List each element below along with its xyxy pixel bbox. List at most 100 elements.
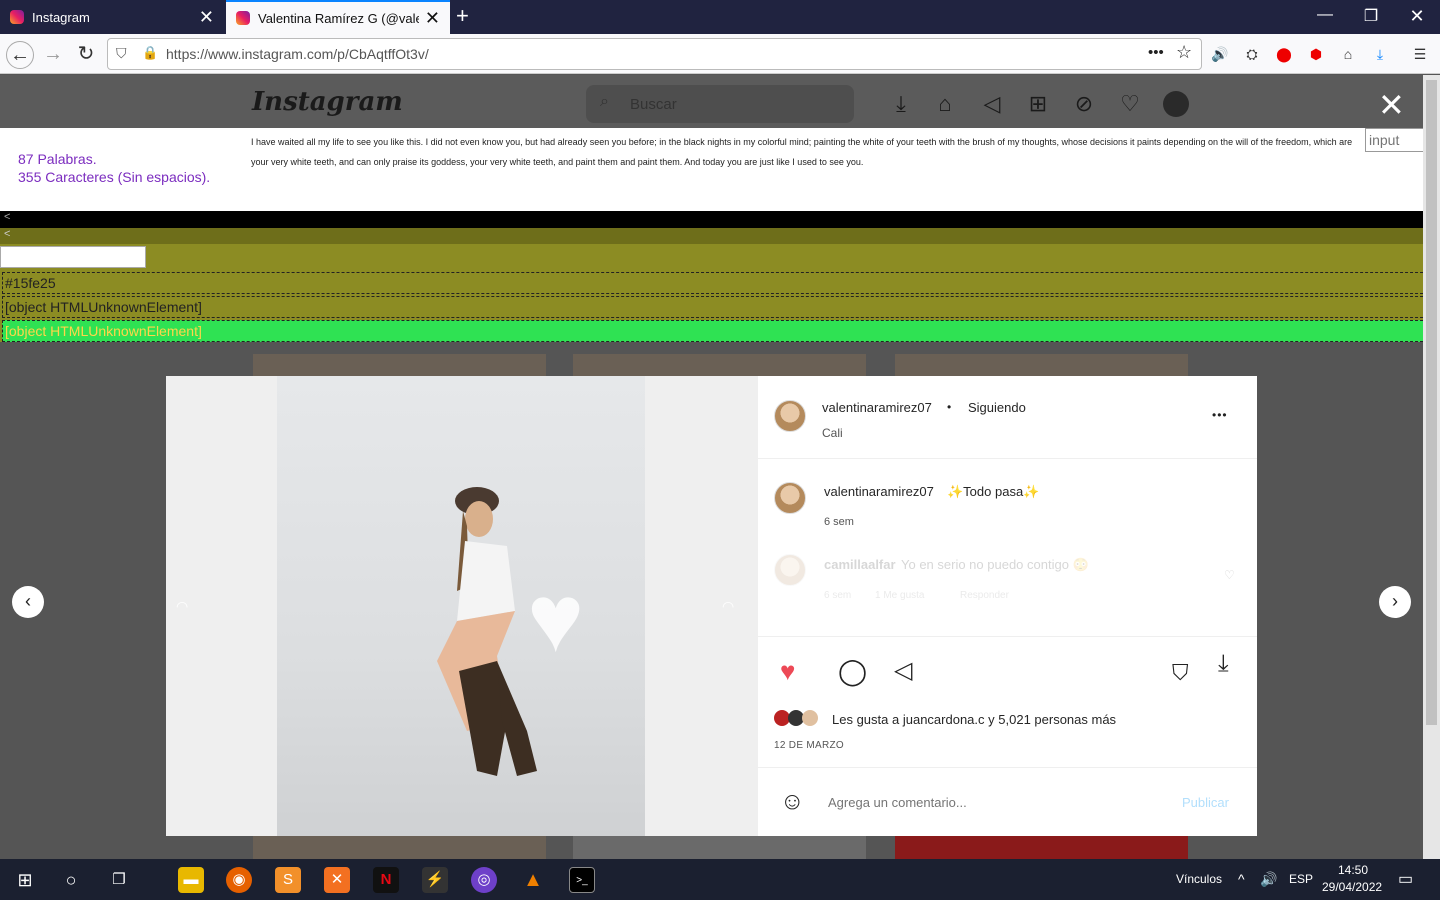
volume-icon[interactable]: 🔊	[1260, 871, 1277, 888]
close-modal-icon[interactable]: ✕	[1378, 86, 1405, 124]
debug-object-1: [object HTMLUnknownElement]	[2, 296, 1438, 318]
likes-user[interactable]: juancardona.c	[903, 712, 985, 727]
opera-icon[interactable]: ⬤	[1274, 44, 1294, 64]
caption-text: ✨Todo pasa✨	[947, 484, 1040, 499]
links-toolbar[interactable]: Vínculos	[1176, 872, 1222, 886]
share-icon[interactable]: ◁	[894, 656, 912, 685]
author-username[interactable]: valentinaramirez07	[822, 400, 932, 415]
likes-count[interactable]: 5,021 personas más	[998, 712, 1116, 727]
caption-username[interactable]: valentinaramirez07	[824, 484, 934, 499]
tray-chevron-icon[interactable]: ^	[1238, 871, 1245, 887]
vlc-icon[interactable]: ▲	[520, 867, 546, 893]
grid-thumb	[253, 836, 546, 859]
forward-icon[interactable]: →	[39, 41, 67, 69]
xampp-icon[interactable]: ✕	[324, 867, 350, 893]
bookmark-icon[interactable]: ⛉	[1172, 660, 1189, 686]
carousel-left-icon[interactable]: ◠	[176, 598, 188, 615]
window-close-icon[interactable]: ✕	[1394, 6, 1440, 27]
clock-date[interactable]: 29/04/2022	[1322, 880, 1382, 894]
terminal-icon[interactable]: >_	[569, 867, 595, 893]
liker-avatar[interactable]	[802, 710, 818, 726]
windows-start-icon[interactable]: ⊞	[12, 867, 38, 893]
scrollbar-thumb[interactable]	[1426, 80, 1437, 725]
language-indicator[interactable]: ESP	[1289, 872, 1313, 886]
instagram-logo[interactable]: Instagram	[252, 87, 403, 117]
direct-icon[interactable]: ◁	[979, 91, 1005, 117]
caption-avatar[interactable]	[774, 482, 806, 514]
profile-avatar[interactable]	[1163, 91, 1189, 117]
comment-like-icon[interactable]: ♡	[1224, 568, 1235, 582]
post-date[interactable]: 12 DE MARZO	[774, 740, 844, 751]
close-tab-icon[interactable]: ✕	[199, 7, 214, 28]
new-post-icon[interactable]: ⊞	[1025, 91, 1051, 117]
publish-button[interactable]: Publicar	[1182, 795, 1229, 810]
speaker-icon[interactable]: 🔊	[1210, 44, 1230, 64]
debug-scrollbar[interactable]: < >	[0, 228, 1440, 244]
home-icon[interactable]: ⌂	[1338, 44, 1358, 64]
comment-icon[interactable]: ◯	[838, 656, 867, 687]
scroll-left-icon[interactable]: <	[4, 211, 10, 223]
add-comment-input[interactable]	[828, 792, 1158, 812]
back-icon[interactable]: ←	[6, 41, 34, 69]
tab-title: Valentina Ramírez G (@valentin	[258, 10, 419, 26]
tab-title: Instagram	[32, 9, 90, 25]
emoji-icon[interactable]: ☺	[780, 788, 805, 816]
next-post-icon[interactable]: ›	[1379, 586, 1411, 618]
following-button[interactable]: Siguiendo	[968, 400, 1026, 415]
shield-icon[interactable]: ⛉	[116, 45, 127, 62]
carousel-right-icon[interactable]: ◠	[722, 598, 734, 615]
debug-input[interactable]	[0, 246, 146, 268]
author-avatar[interactable]	[774, 400, 806, 432]
tab-valentina[interactable]: Valentina Ramírez G (@valentin ✕	[226, 0, 450, 34]
activity-heart-icon[interactable]: ♡	[1117, 91, 1143, 117]
tab-instagram[interactable]: Instagram ✕	[0, 0, 224, 34]
search-box[interactable]: ⌕ Buscar	[586, 85, 854, 123]
notifications-icon[interactable]: ▭	[1398, 869, 1413, 889]
more-options-icon[interactable]: •••	[1212, 408, 1228, 422]
restore-icon[interactable]: ❐	[1348, 6, 1394, 26]
clock-time[interactable]: 14:50	[1338, 863, 1368, 877]
extension-icon[interactable]: ⛭	[1242, 44, 1262, 64]
comment-avatar[interactable]	[774, 554, 806, 586]
comment-username[interactable]: camillaalfar	[824, 557, 896, 572]
download-icon[interactable]: ⤓	[888, 91, 914, 117]
debug-object-2: [object HTMLUnknownElement]	[2, 320, 1438, 342]
like-heart-icon[interactable]: ♥	[780, 656, 795, 687]
sublime-icon[interactable]: S	[275, 867, 301, 893]
minimize-icon[interactable]: —	[1302, 6, 1348, 24]
bookmark-star-icon[interactable]: ☆	[1176, 42, 1192, 63]
previous-post-icon[interactable]: ‹	[12, 586, 44, 618]
grid-thumb	[573, 354, 866, 376]
word-count: 87 Palabras.	[18, 151, 97, 167]
download-icon[interactable]: ⤓	[1370, 44, 1390, 64]
scroll-left-icon[interactable]: <	[4, 228, 10, 240]
black-scroll-bar[interactable]: < >	[0, 211, 1440, 228]
comment-text: Yo en serio no puedo contigo 😳	[901, 557, 1089, 572]
file-explorer-icon[interactable]: ▬	[178, 867, 204, 893]
task-view-icon[interactable]: ❐	[106, 867, 132, 893]
post-photo[interactable]: ♥	[277, 376, 645, 836]
home-icon[interactable]: ⌂	[932, 91, 958, 117]
adblock-icon[interactable]: ⬢	[1306, 44, 1326, 64]
counter-text: I have waited all my life to see you lik…	[251, 137, 1353, 167]
firefox-icon[interactable]: ◉	[226, 867, 252, 893]
netflix-icon[interactable]: N	[373, 867, 399, 893]
lock-icon[interactable]: 🔒	[142, 45, 158, 61]
post-location[interactable]: Cali	[822, 426, 843, 440]
page-scrollbar[interactable]	[1423, 75, 1440, 859]
caption-time: 6 sem	[824, 516, 854, 528]
app-icon[interactable]: ⚡	[422, 867, 448, 893]
cortana-icon[interactable]: ○	[58, 867, 84, 893]
page-actions-icon[interactable]: •••	[1148, 44, 1164, 61]
download-icon[interactable]: ⤓	[1218, 650, 1229, 678]
explore-icon[interactable]: ⊘	[1071, 91, 1097, 117]
reload-icon[interactable]: ↻	[72, 41, 100, 69]
comment-likes[interactable]: 1 Me gusta	[875, 590, 924, 601]
menu-icon[interactable]: ☰	[1410, 44, 1430, 64]
url-bar[interactable]: ⛉ 🔒 https://www.instagram.com/p/CbAqtffO…	[107, 38, 1202, 70]
close-tab-icon[interactable]: ✕	[425, 8, 440, 29]
comment-reply[interactable]: Responder	[960, 590, 1009, 601]
github-icon[interactable]: ◎	[471, 867, 497, 893]
new-tab-icon[interactable]: +	[456, 3, 469, 29]
comment-time: 6 sem	[824, 590, 852, 601]
